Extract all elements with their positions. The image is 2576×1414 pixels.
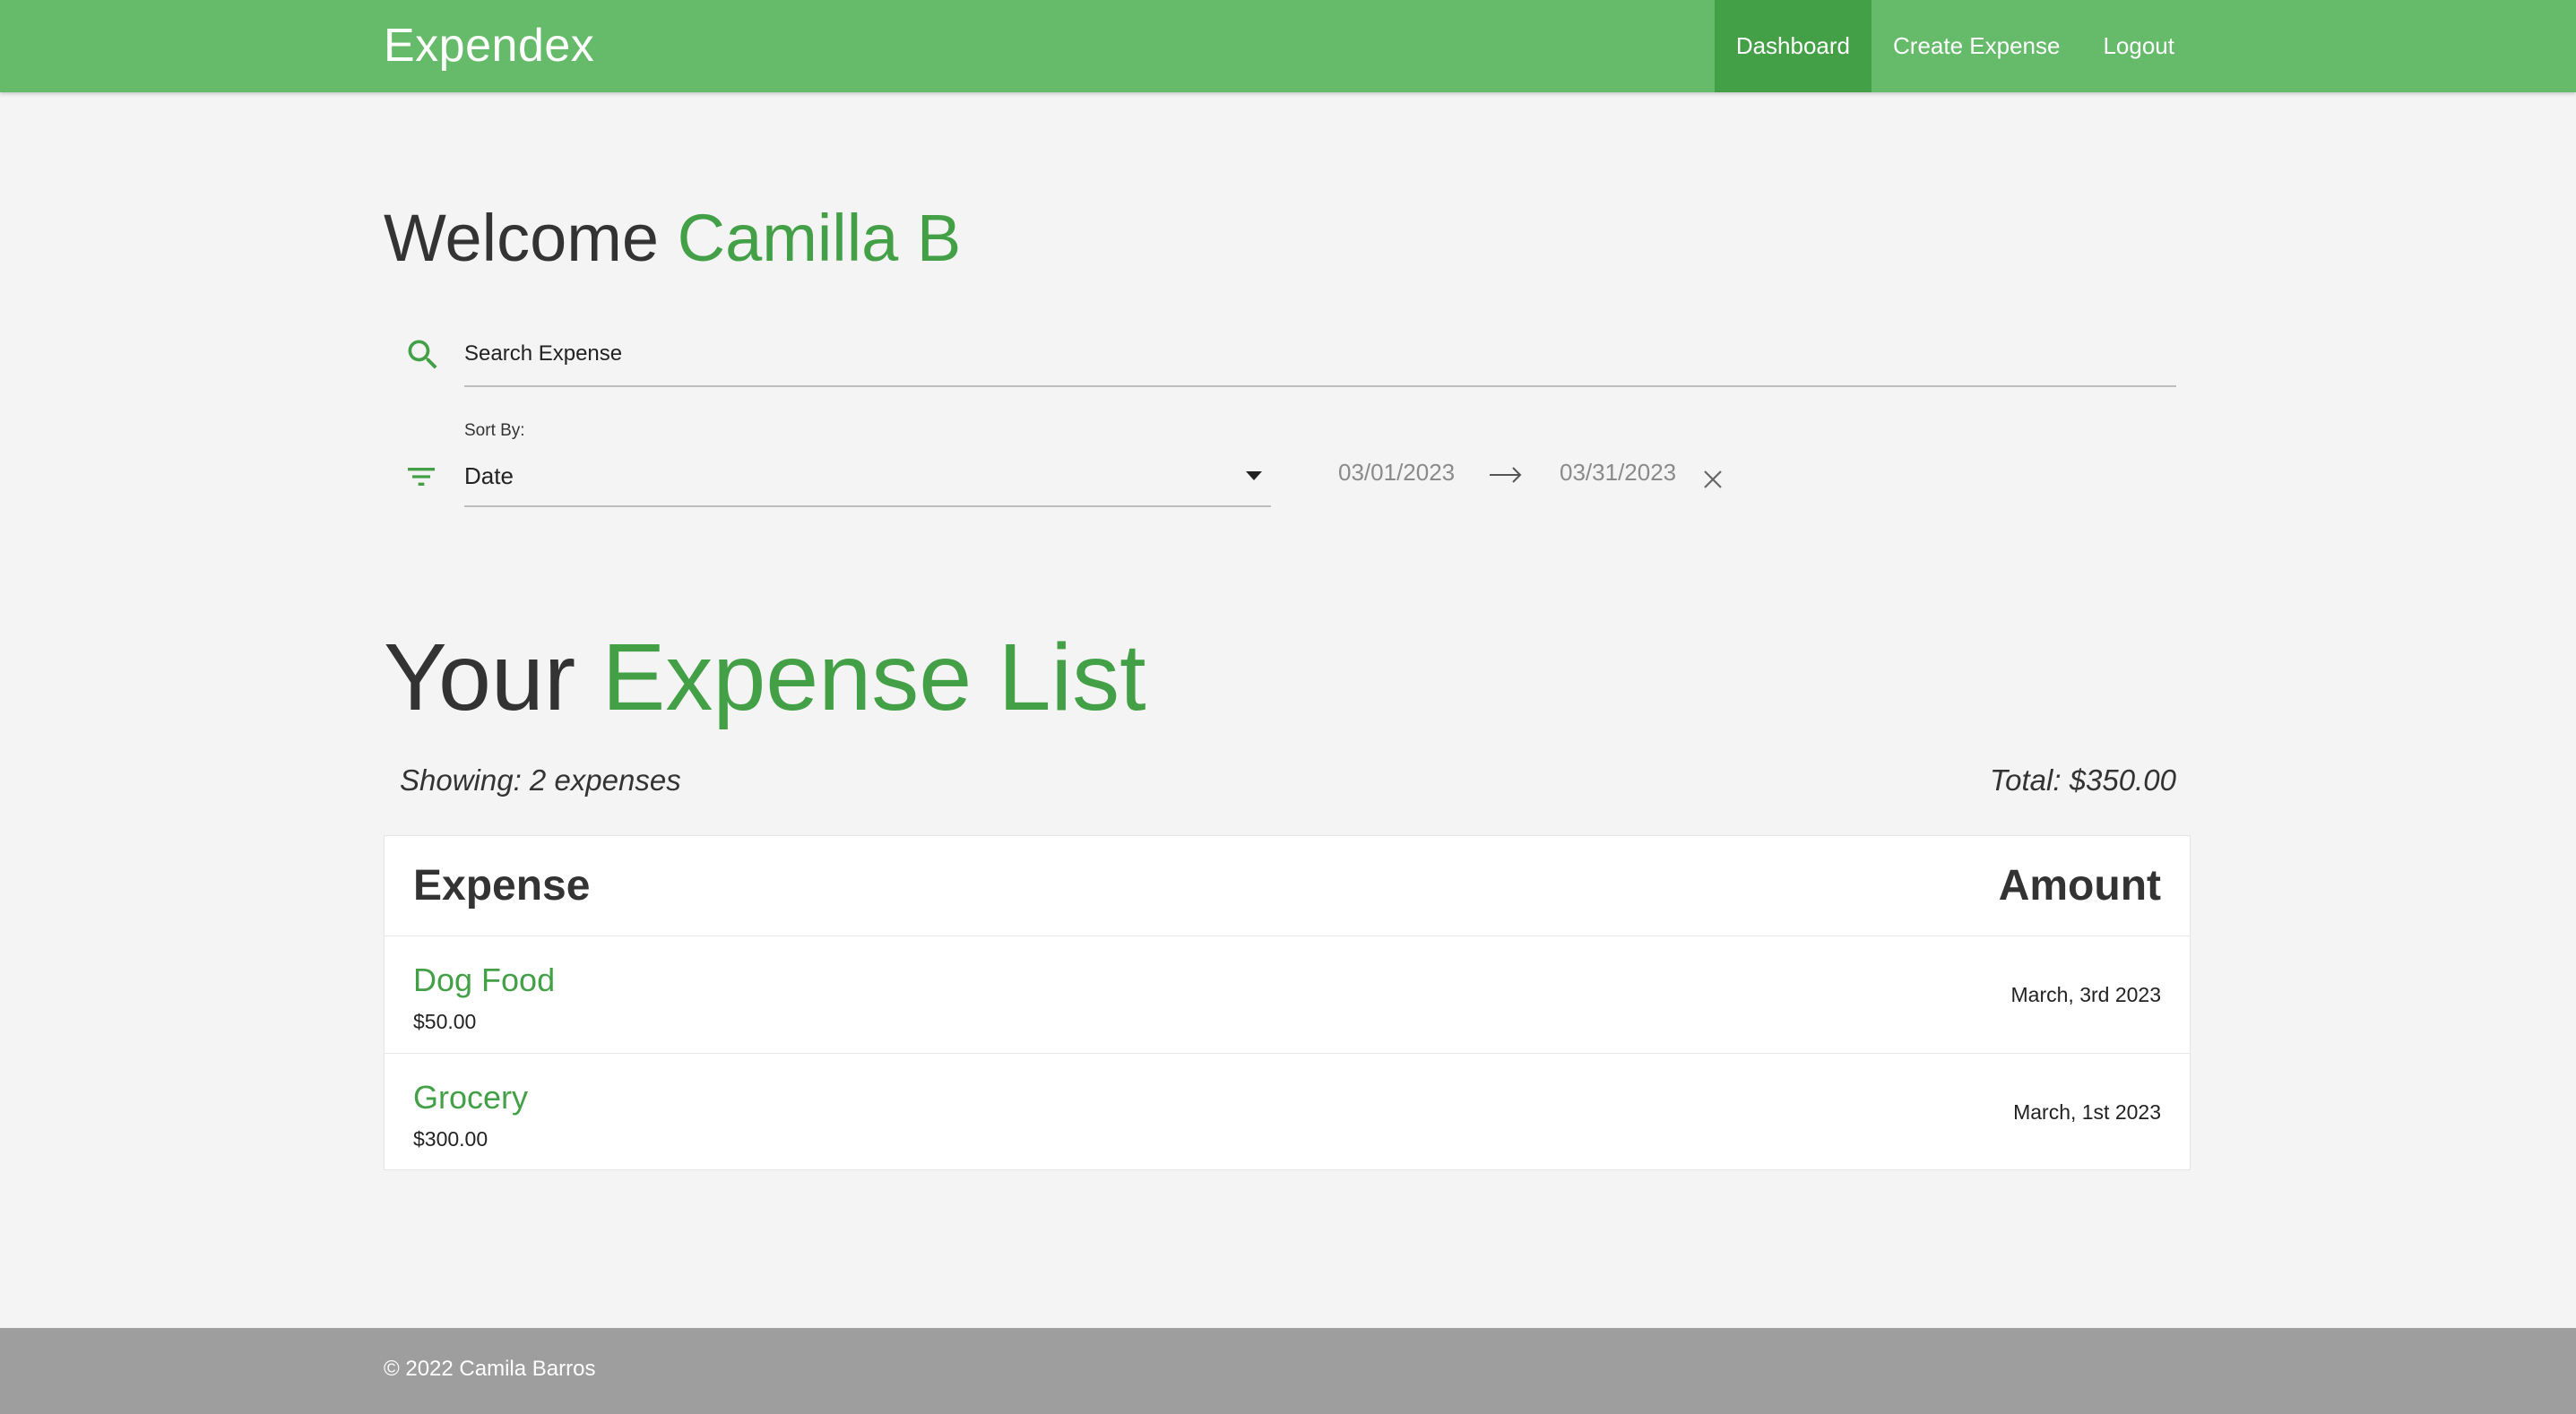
navbar: Expendex Dashboard Create Expense Logout [0, 0, 2576, 92]
nav-create-expense[interactable]: Create Expense [1871, 0, 2081, 92]
search-row [384, 323, 2176, 387]
filter-row: Sort By: Date 03/01/2023 03/31/2023 [384, 418, 1818, 507]
nav-dashboard[interactable]: Dashboard [1714, 0, 1872, 92]
sort-by-select[interactable]: Date [464, 452, 1271, 507]
end-date-input[interactable]: 03/31/2023 [1560, 459, 1676, 487]
welcome-prefix: Welcome [384, 201, 660, 275]
close-icon[interactable] [1701, 468, 1725, 491]
expense-table-header: Expense Amount [385, 836, 2190, 936]
start-date-input[interactable]: 03/01/2023 [1338, 459, 1455, 487]
expense-total: Total: $350.00 [1990, 763, 2176, 797]
expense-count: Showing: 2 expenses [400, 763, 681, 797]
expense-name: Grocery [413, 1079, 529, 1116]
arrow-right-icon [1490, 467, 1522, 483]
footer-copyright: © 2022 Camila Barros [384, 1357, 596, 1381]
column-header-amount: Amount [1998, 862, 2161, 910]
footer: © 2022 Camila Barros [0, 1328, 2576, 1414]
expense-date: March, 3rd 2023 [2010, 983, 2161, 1006]
list-item[interactable]: Grocery $300.00 March, 1st 2023 [385, 1054, 2190, 1171]
list-item[interactable]: Dog Food $50.00 March, 3rd 2023 [385, 936, 2190, 1054]
expense-list-title-prefix: Your [384, 625, 576, 730]
expense-summary: Showing: 2 expenses Total: $350.00 [384, 763, 2176, 803]
search-icon [408, 340, 437, 369]
welcome-heading: Welcome Camilla B [384, 199, 961, 278]
sort-by-label: Sort By: [464, 421, 525, 440]
expense-table: Expense Amount Dog Food $50.00 March, 3r… [384, 835, 2191, 1170]
filter-icon [408, 468, 435, 486]
brand-logo[interactable]: Expendex [384, 0, 594, 92]
nav-links: Dashboard Create Expense Logout [1714, 0, 2196, 92]
welcome-user-name: Camilla B [677, 201, 962, 275]
expense-name: Dog Food [413, 961, 556, 998]
expense-amount: $50.00 [413, 1010, 477, 1033]
expense-amount: $300.00 [413, 1127, 488, 1151]
search-input[interactable] [464, 323, 2176, 387]
expense-list-title: Your Expense List [384, 627, 1146, 728]
sort-by-value: Date [464, 462, 514, 489]
expense-date: March, 1st 2023 [2013, 1100, 2161, 1124]
expense-list-title-accent: Expense List [601, 625, 1146, 730]
nav-logout[interactable]: Logout [2081, 0, 2196, 92]
column-header-expense: Expense [413, 862, 591, 910]
chevron-down-icon [1246, 471, 1262, 480]
